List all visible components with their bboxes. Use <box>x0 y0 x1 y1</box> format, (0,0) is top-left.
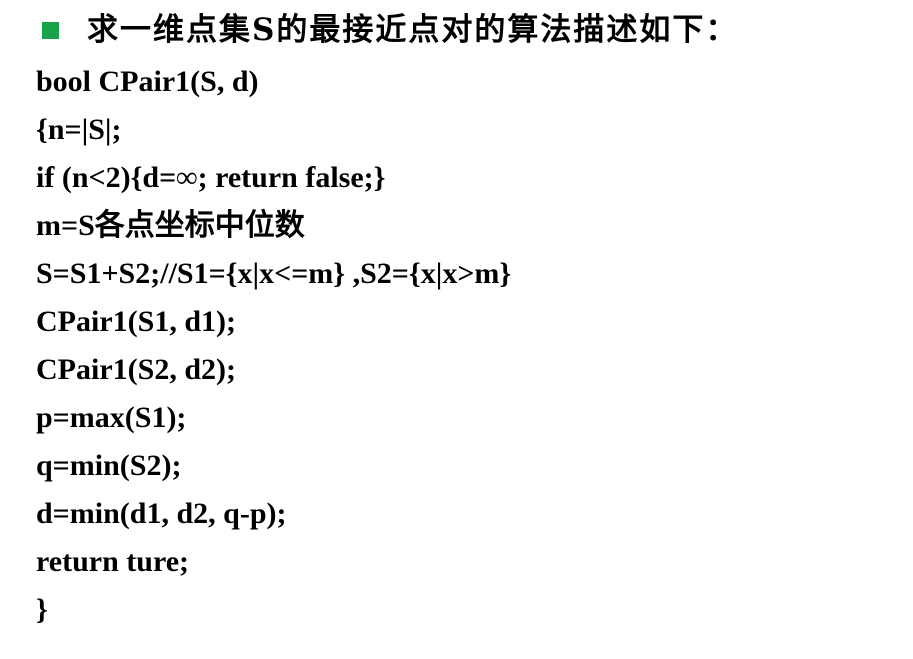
slide-heading: 求一维点集S的最接近点对的算法描述如下： <box>42 8 738 52</box>
square-bullet-icon <box>42 21 59 39</box>
code-line: p=max(S1); <box>36 401 187 434</box>
code-line: CPair1(S2, d2); <box>36 353 236 386</box>
heading-text: 求一维点集S的最接近点对的算法描述如下： <box>87 12 739 48</box>
code-line: bool CPair1(S, d) <box>36 65 259 98</box>
slide: 求一维点集S的最接近点对的算法描述如下： bool CPair1(S, d) {… <box>0 0 913 659</box>
pseudocode-block: bool CPair1(S, d) {n=|S|; if (n<2){d=∞; … <box>36 58 511 634</box>
code-line: S=S1+S2;//S1={x|x<=m} ,S2={x|x>m} <box>36 257 512 290</box>
code-line: if (n<2){d=∞; return false;} <box>36 161 386 194</box>
code-line: } <box>36 593 48 626</box>
code-line: d=min(d1, d2, q-p); <box>36 497 287 530</box>
code-line: m=S各点坐标中位数 <box>36 209 305 242</box>
code-line: {n=|S|; <box>36 113 122 146</box>
code-line: return ture; <box>36 545 190 578</box>
code-line: q=min(S2); <box>36 449 182 482</box>
code-line: CPair1(S1, d1); <box>36 305 236 338</box>
